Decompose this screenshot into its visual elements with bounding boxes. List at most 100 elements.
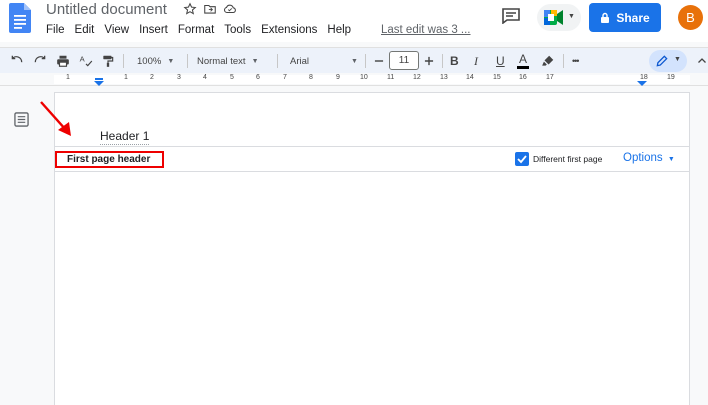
spellcheck-icon: A <box>80 55 93 67</box>
chevron-down-icon: ▼ <box>674 56 681 63</box>
ruler-number: 10 <box>360 74 368 81</box>
text-color-button[interactable]: A <box>517 48 529 74</box>
paint-format-icon <box>103 55 114 67</box>
ruler-number: 4 <box>203 74 207 81</box>
minus-icon <box>374 60 384 62</box>
toolbar-divider <box>277 54 278 68</box>
options-label: Options <box>623 152 663 164</box>
document-title[interactable]: Untitled document <box>46 1 167 18</box>
toolbar-divider <box>365 54 366 68</box>
left-indent-marker-icon[interactable] <box>94 78 104 86</box>
comment-history-icon[interactable] <box>502 8 520 24</box>
menu-extensions[interactable]: Extensions <box>261 24 317 36</box>
ruler-number: 15 <box>493 74 501 81</box>
pencil-icon <box>656 55 668 67</box>
different-first-page-checkbox[interactable] <box>515 152 529 166</box>
ruler-number: 13 <box>440 74 448 81</box>
italic-button[interactable]: I <box>474 48 478 74</box>
last-edit-link[interactable]: Last edit was 3 ... <box>381 24 471 36</box>
lock-icon <box>601 12 610 23</box>
checkmark-icon <box>517 155 527 164</box>
toolbar-divider <box>442 54 443 68</box>
style-select[interactable]: Normal text ▼ <box>197 48 259 74</box>
print-icon <box>57 55 69 67</box>
menu-help[interactable]: Help <box>327 24 351 36</box>
header-text[interactable]: Header 1 <box>100 129 150 145</box>
menu-file[interactable]: File <box>46 24 65 36</box>
annotation-arrow-icon <box>40 101 71 136</box>
ruler-number: 16 <box>519 74 527 81</box>
docs-logo-icon[interactable] <box>9 3 31 33</box>
chevron-down-icon: ▼ <box>351 57 358 65</box>
chevron-up-icon <box>698 58 706 63</box>
account-avatar[interactable]: B <box>678 5 703 30</box>
ruler-number: 9 <box>336 74 340 81</box>
different-first-page-label: Different first page <box>533 154 603 164</box>
star-icon[interactable] <box>183 2 197 16</box>
meet-button[interactable]: ▼ <box>537 4 581 31</box>
toolbar-divider <box>563 54 564 68</box>
formatting-toolbar: A 100% ▼ Normal text ▼ Arial ▼ 11 B I U … <box>0 47 708 73</box>
ruler-number: 5 <box>230 74 234 81</box>
options-menu-button[interactable]: Options ▼ <box>623 152 675 164</box>
print-button[interactable] <box>56 48 70 74</box>
zoom-select[interactable]: 100% ▼ <box>137 48 174 74</box>
highlight-color-button[interactable] <box>541 48 555 74</box>
title-bar: Untitled document File Edit View Insert … <box>0 0 708 42</box>
ruler-number: 3 <box>177 74 181 81</box>
ruler-number: 7 <box>283 74 287 81</box>
ruler-number: 1 <box>124 74 128 81</box>
decrease-font-size-button[interactable] <box>372 48 386 74</box>
bold-button[interactable]: B <box>450 48 459 74</box>
ruler-number: 19 <box>667 74 675 81</box>
redo-icon <box>34 55 46 63</box>
text-color-swatch <box>517 66 529 69</box>
text-color-letter: A <box>518 52 527 66</box>
caret-down-icon: ▼ <box>667 156 675 163</box>
font-size-input[interactable]: 11 <box>389 51 419 70</box>
meet-icon <box>544 10 563 25</box>
font-select[interactable]: Arial ▼ <box>290 48 358 74</box>
move-folder-icon[interactable] <box>203 2 217 16</box>
ruler-number: 12 <box>413 74 421 81</box>
cloud-saved-icon[interactable] <box>223 2 237 16</box>
editing-mode-button[interactable]: ▼ <box>649 50 687 72</box>
zoom-value: 100% <box>137 55 162 67</box>
header-options-bar: First page header Different first page O… <box>55 146 689 172</box>
toolbar-divider <box>123 54 124 68</box>
highlighter-icon <box>542 55 554 66</box>
underline-button[interactable]: U <box>496 48 505 74</box>
menu-tools[interactable]: Tools <box>224 24 251 36</box>
toolbar-divider <box>187 54 188 68</box>
chevron-down-icon: ▼ <box>251 57 259 65</box>
undo-icon <box>11 55 23 63</box>
title-icons <box>183 2 237 16</box>
more-options-button[interactable]: ••• <box>572 48 580 74</box>
menu-view[interactable]: View <box>104 24 129 36</box>
ruler-number: 17 <box>546 74 554 81</box>
menu-format[interactable]: Format <box>178 24 214 36</box>
svg-text:A: A <box>80 55 86 64</box>
increase-font-size-button[interactable] <box>422 48 436 74</box>
menu-insert[interactable]: Insert <box>139 24 168 36</box>
share-button[interactable]: Share <box>589 3 661 32</box>
ruler-number: 14 <box>466 74 474 81</box>
style-value: Normal text <box>197 55 246 67</box>
menu-edit[interactable]: Edit <box>75 24 95 36</box>
ruler-number: 1 <box>66 74 70 81</box>
redo-button[interactable] <box>33 48 47 74</box>
first-page-header-label: First page header <box>55 151 164 168</box>
ruler-number: 11 <box>387 74 395 81</box>
ruler-number: 8 <box>309 74 313 81</box>
horizontal-ruler[interactable]: 1 1 2 3 4 5 6 7 8 9 10 11 12 13 14 15 16… <box>0 73 708 86</box>
spellcheck-button[interactable]: A <box>79 48 93 74</box>
undo-button[interactable] <box>10 48 24 74</box>
paint-format-button[interactable] <box>101 48 115 74</box>
document-outline-icon[interactable] <box>14 112 29 127</box>
document-page[interactable]: Header 1 First page header Different fir… <box>54 92 690 405</box>
collapse-menu-button[interactable] <box>696 48 708 74</box>
ruler-number: 6 <box>256 74 260 81</box>
plus-icon <box>424 56 434 66</box>
chevron-down-icon: ▼ <box>167 57 175 65</box>
app-window: Untitled document File Edit View Insert … <box>0 0 708 405</box>
